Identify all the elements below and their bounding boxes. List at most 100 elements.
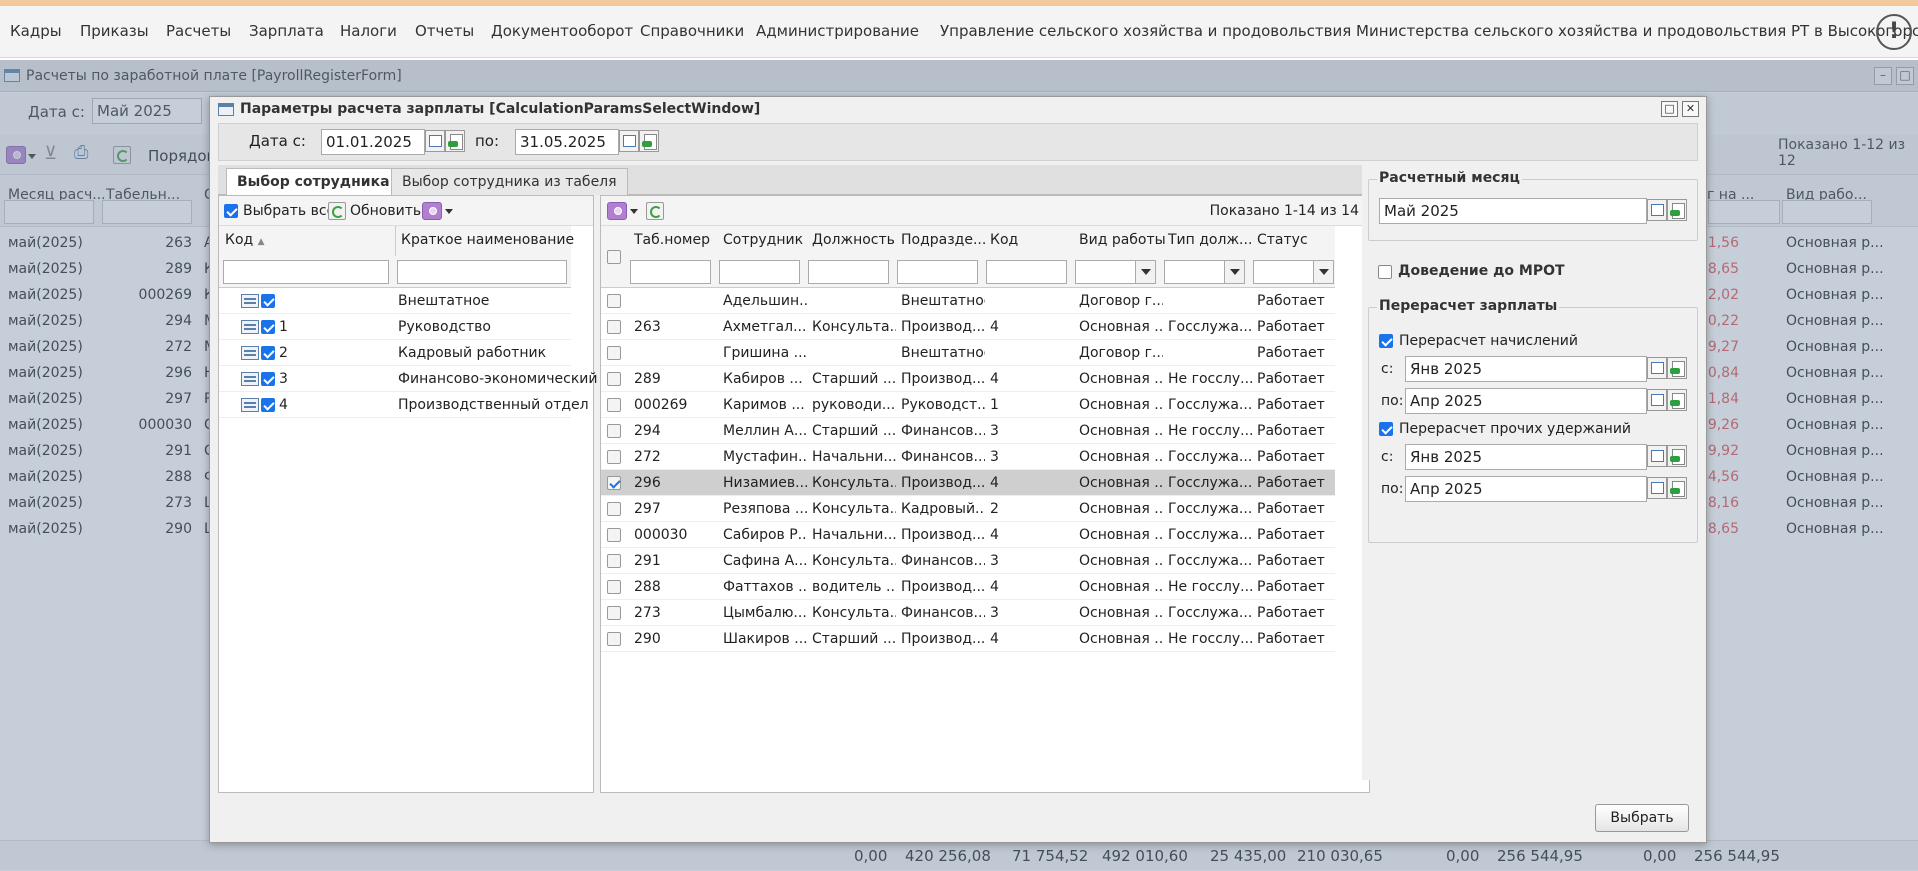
accruals-to-input[interactable]: Апр 2025 bbox=[1405, 388, 1647, 414]
table-row[interactable]: 297 Резяпова ... Консульта... Кадровый... 2 О… bbox=[601, 496, 1335, 522]
row-checkbox[interactable] bbox=[607, 372, 621, 386]
col-tabnum[interactable]: Таб.номер bbox=[634, 232, 710, 248]
department-checkbox[interactable] bbox=[261, 294, 275, 308]
clear-date-icon[interactable] bbox=[1667, 199, 1687, 221]
table-row[interactable]: 288 Фаттахов ... водитель ... Производ... 4 О… bbox=[601, 574, 1335, 600]
table-row[interactable]: 263 Ахметгал... Консульта... Производ... 4 Ос… bbox=[601, 314, 1335, 340]
department-checkbox[interactable] bbox=[261, 372, 275, 386]
calendar-icon[interactable] bbox=[1647, 357, 1667, 379]
refresh-icon[interactable] bbox=[328, 202, 346, 220]
row-checkbox[interactable] bbox=[607, 320, 621, 334]
row-checkbox[interactable] bbox=[607, 476, 621, 490]
col-short-name[interactable]: Краткое наименование bbox=[401, 232, 574, 248]
mrot-checkbox[interactable] bbox=[1378, 265, 1392, 279]
menu-calculations[interactable]: Расчеты bbox=[166, 22, 231, 40]
calendar-icon[interactable] bbox=[619, 130, 639, 152]
recalc-accruals-checkbox[interactable] bbox=[1379, 334, 1393, 348]
menu-documents[interactable]: Документооборот bbox=[491, 22, 633, 40]
chevron-down-icon[interactable] bbox=[1224, 261, 1244, 283]
chevron-down-icon[interactable] bbox=[1135, 261, 1155, 283]
select-button[interactable]: Выбрать bbox=[1595, 804, 1689, 832]
table-row[interactable]: 291 Сафина А... Консульта... Финансов... 3 Ос… bbox=[601, 548, 1335, 574]
col-code[interactable]: Код bbox=[990, 232, 1018, 248]
menu-orders[interactable]: Приказы bbox=[80, 22, 149, 40]
date-to-input[interactable]: 31.05.2025 bbox=[515, 129, 619, 155]
table-row[interactable]: Гришина ... Внештатное Договор г... Работае… bbox=[601, 340, 1335, 366]
deductions-to-input[interactable]: Апр 2025 bbox=[1405, 476, 1647, 502]
menu-kadry[interactable]: Кадры bbox=[10, 22, 62, 40]
filter-department[interactable] bbox=[897, 260, 978, 284]
refresh-button[interactable]: Обновить bbox=[350, 203, 421, 219]
col-code[interactable]: Код ▲ bbox=[225, 232, 265, 248]
settlement-month-input[interactable]: Май 2025 bbox=[1379, 198, 1647, 224]
menu-salary[interactable]: Зарплата bbox=[249, 22, 324, 40]
col-employee[interactable]: Сотрудник bbox=[723, 232, 803, 248]
deductions-from-input[interactable]: Янв 2025 bbox=[1405, 444, 1647, 470]
col-position-type[interactable]: Тип долж... bbox=[1168, 232, 1252, 248]
col-department[interactable]: Подразде... bbox=[901, 232, 986, 248]
department-checkbox[interactable] bbox=[261, 346, 275, 360]
refresh-icon[interactable] bbox=[646, 202, 664, 220]
row-checkbox[interactable] bbox=[607, 632, 621, 646]
row-checkbox[interactable] bbox=[607, 606, 621, 620]
calendar-icon[interactable] bbox=[1647, 199, 1667, 221]
col-status[interactable]: Статус bbox=[1257, 232, 1308, 248]
clear-date-icon[interactable] bbox=[1667, 389, 1687, 411]
actions-gear-icon[interactable] bbox=[607, 202, 627, 220]
row-checkbox[interactable] bbox=[607, 346, 621, 360]
table-row[interactable]: 273 Цымбалю... Консульта... Финансов... 3 Осн… bbox=[601, 600, 1335, 626]
department-checkbox[interactable] bbox=[261, 320, 275, 334]
row-checkbox[interactable] bbox=[607, 580, 621, 594]
calendar-icon[interactable] bbox=[425, 130, 445, 152]
actions-gear-icon[interactable] bbox=[422, 202, 442, 220]
calendar-icon[interactable] bbox=[1647, 389, 1667, 411]
filter-tabnum[interactable] bbox=[630, 260, 711, 284]
table-row[interactable]: 296 Низамиев... Консульта... Производ... 4 Ос… bbox=[601, 470, 1335, 496]
filter-code[interactable] bbox=[986, 260, 1067, 284]
list-item[interactable]: 3 Финансово-экономический bbox=[219, 366, 598, 392]
col-position[interactable]: Должность bbox=[812, 232, 895, 248]
close-icon[interactable]: ✕ bbox=[1682, 101, 1699, 117]
list-item[interactable]: Внештатное bbox=[219, 288, 571, 314]
table-row[interactable]: 289 Кабиров ... Старший ... Производ... 4 Осн… bbox=[601, 366, 1335, 392]
filter-code[interactable] bbox=[223, 260, 389, 284]
menu-directories[interactable]: Справочники bbox=[640, 22, 744, 40]
alert-icon[interactable]: ! bbox=[1876, 14, 1912, 50]
row-checkbox[interactable] bbox=[607, 502, 621, 516]
select-all-checkbox[interactable] bbox=[224, 204, 238, 218]
filter-position[interactable] bbox=[808, 260, 889, 284]
calendar-icon[interactable] bbox=[1647, 445, 1667, 467]
calendar-icon[interactable] bbox=[1647, 477, 1667, 499]
menu-administration[interactable]: Администрирование bbox=[756, 22, 919, 40]
recalc-deductions-checkbox[interactable] bbox=[1379, 422, 1393, 436]
table-row[interactable]: 290 Шакиров ... Старший ... Производ... 4 Осн… bbox=[601, 626, 1335, 652]
tab-select-employee[interactable]: Выбор сотрудника bbox=[226, 168, 401, 196]
table-row[interactable]: 294 Меллин А... Старший ... Финансов... 3 Осн… bbox=[601, 418, 1335, 444]
chevron-down-icon[interactable] bbox=[1313, 261, 1333, 283]
clear-date-icon[interactable] bbox=[639, 130, 659, 152]
row-checkbox[interactable] bbox=[607, 398, 621, 412]
table-row[interactable]: 000269 Каримов ... руководи... Руководст...… bbox=[601, 392, 1335, 418]
menu-reports[interactable]: Отчеты bbox=[415, 22, 474, 40]
col-work-kind[interactable]: Вид работы bbox=[1079, 232, 1166, 248]
filter-work-kind-combo[interactable] bbox=[1075, 260, 1156, 284]
clear-date-icon[interactable] bbox=[445, 130, 465, 152]
table-row[interactable]: Адельшин... Внештатное Договор г... Работае… bbox=[601, 288, 1335, 314]
table-row[interactable]: 000030 Сабиров Р... Начальни... Производ...… bbox=[601, 522, 1335, 548]
row-checkbox[interactable] bbox=[607, 424, 621, 438]
list-item[interactable]: 2 Кадровый работник bbox=[219, 340, 571, 366]
accruals-from-input[interactable]: Янв 2025 bbox=[1405, 356, 1647, 382]
clear-date-icon[interactable] bbox=[1667, 445, 1687, 467]
list-item[interactable]: 1 Руководство bbox=[219, 314, 571, 340]
filter-status-combo[interactable] bbox=[1253, 260, 1334, 284]
list-item[interactable]: 4 Производственный отдел bbox=[219, 392, 589, 418]
row-checkbox[interactable] bbox=[607, 554, 621, 568]
maximize-icon[interactable]: □ bbox=[1661, 101, 1678, 117]
table-row[interactable]: 272 Мустафин... Начальни... Финансов... 3 Осн… bbox=[601, 444, 1335, 470]
clear-date-icon[interactable] bbox=[1667, 357, 1687, 379]
row-checkbox[interactable] bbox=[607, 450, 621, 464]
select-all-employees-checkbox[interactable] bbox=[607, 250, 621, 264]
date-from-input[interactable]: 01.01.2025 bbox=[321, 129, 425, 155]
row-checkbox[interactable] bbox=[607, 294, 621, 308]
filter-position-type-combo[interactable] bbox=[1164, 260, 1245, 284]
